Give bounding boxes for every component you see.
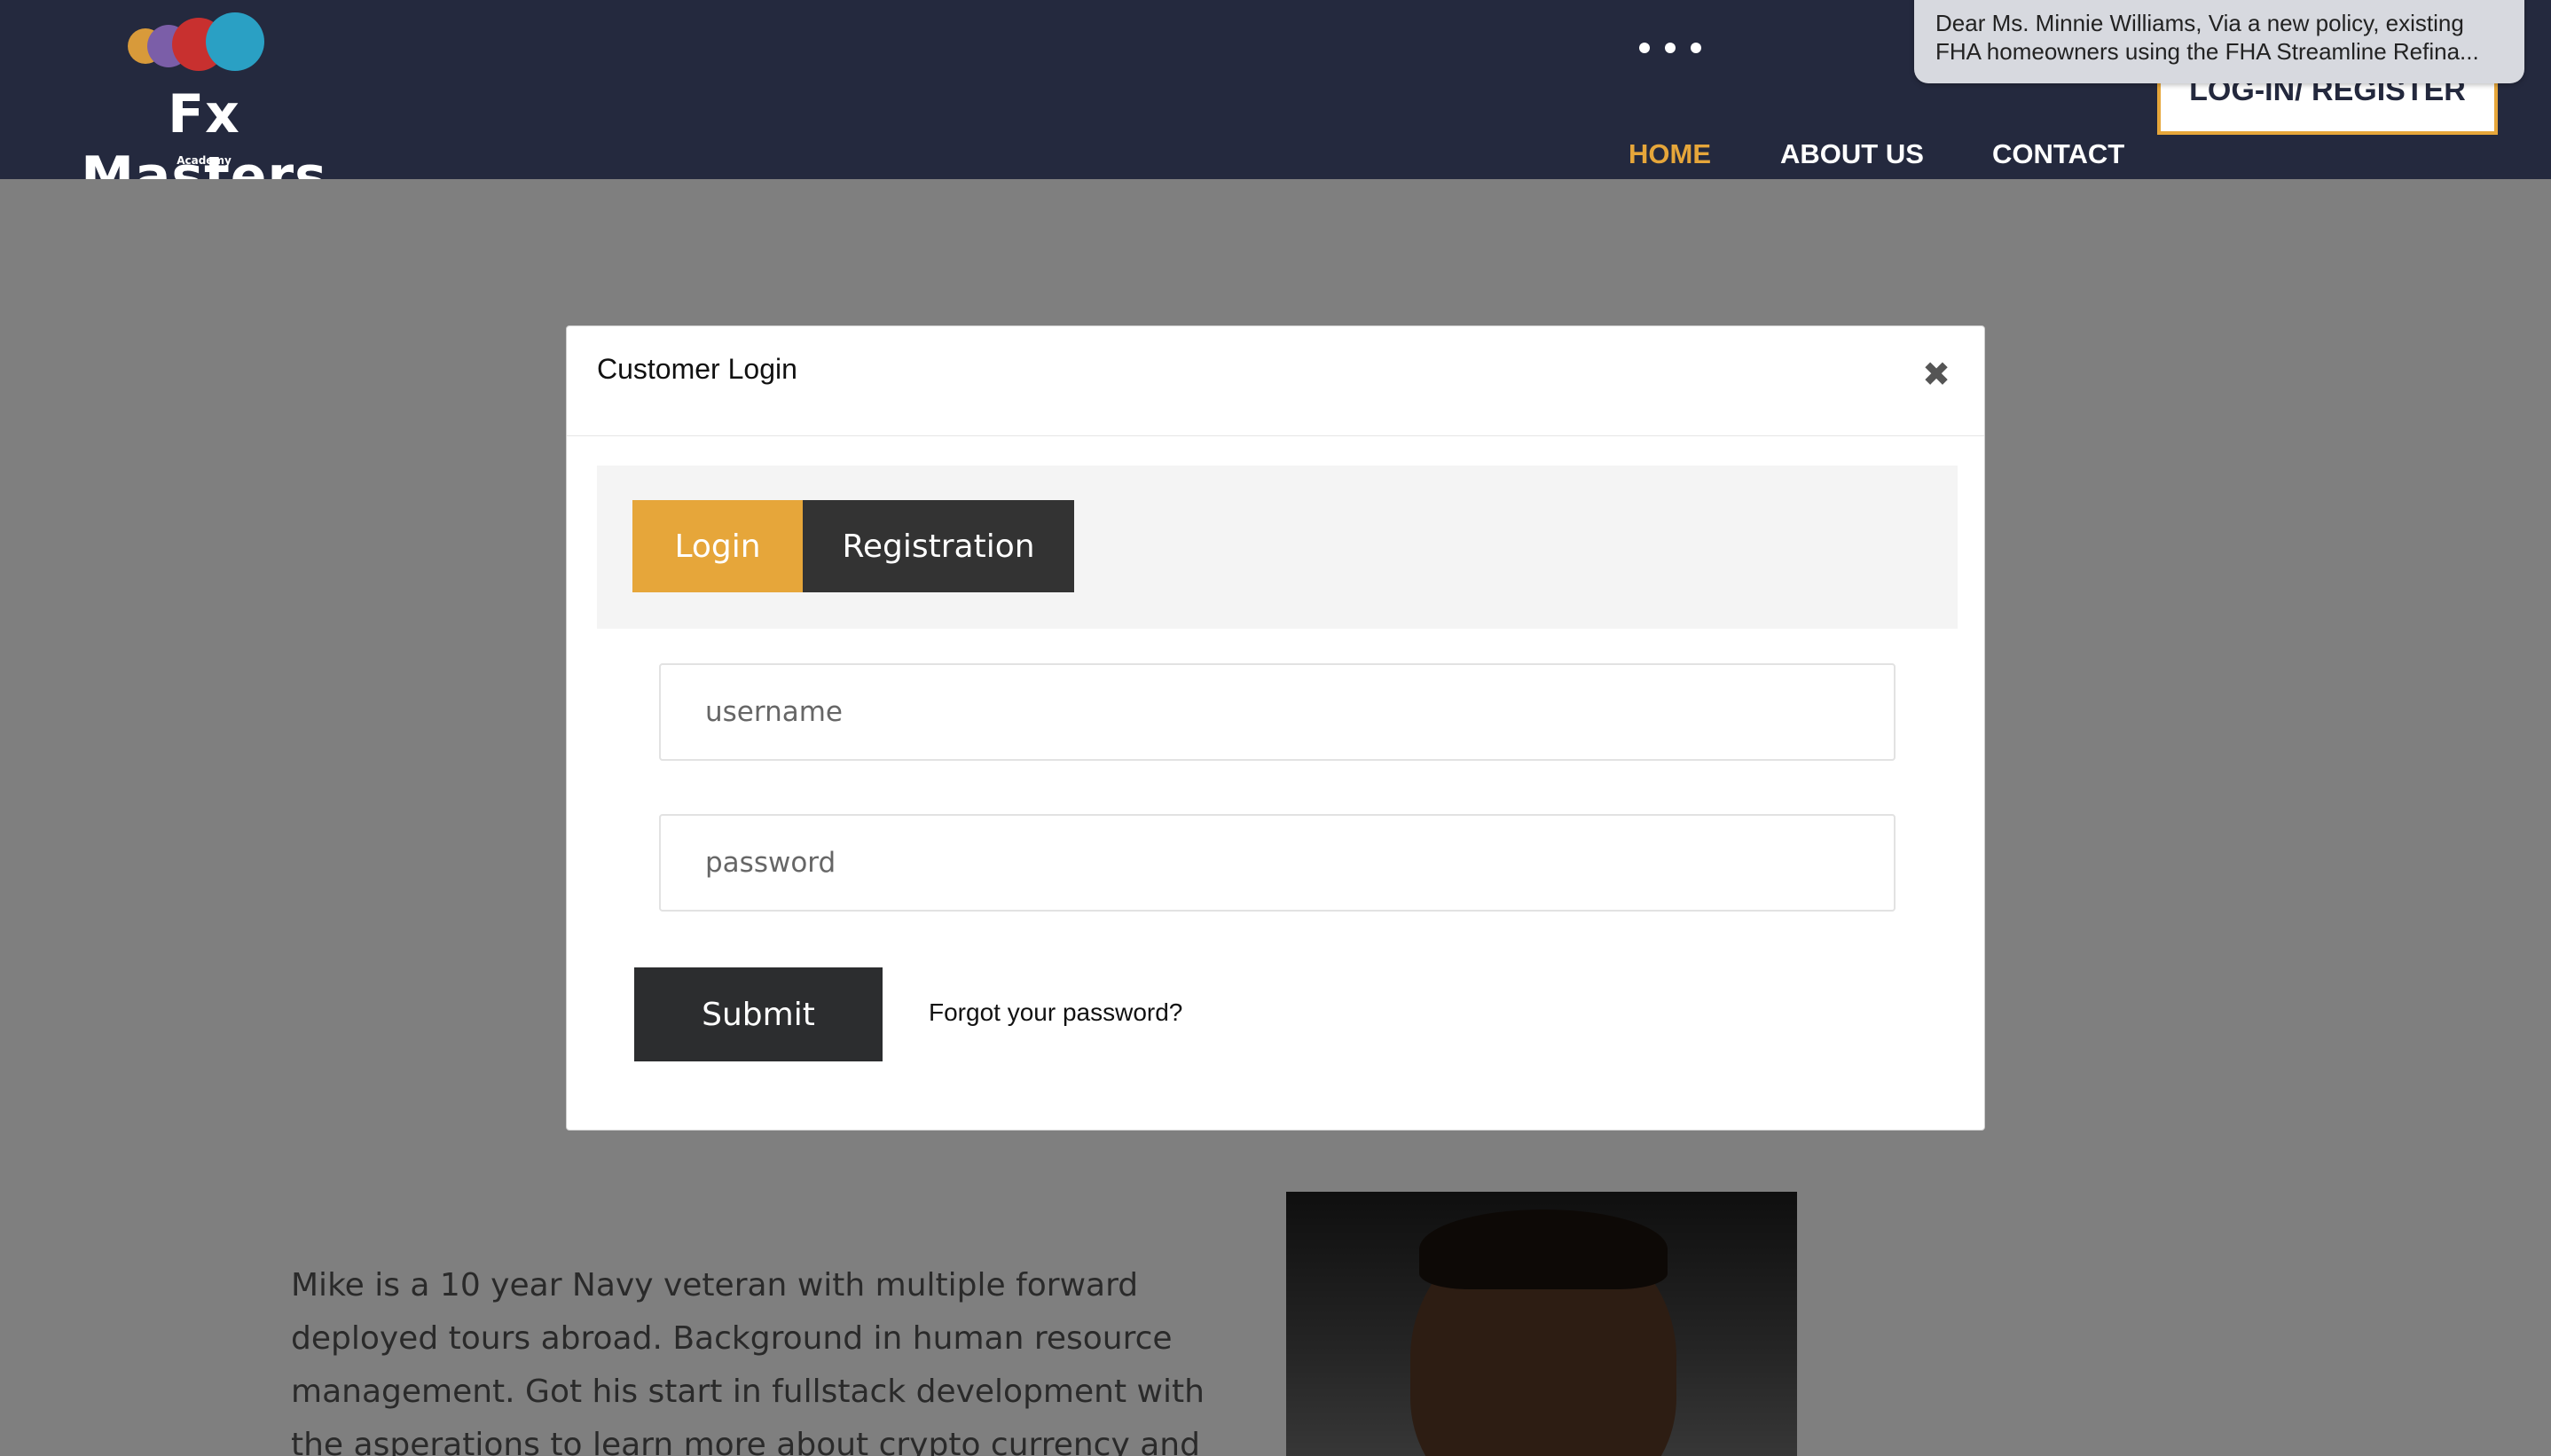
login-modal: Customer Login ✖ Login Registration Subm…	[566, 325, 1985, 1131]
more-icon[interactable]	[1639, 43, 1701, 57]
notification-line-1: Dear Ms. Minnie Williams, Via a new poli…	[1935, 10, 2464, 36]
submit-button[interactable]: Submit	[634, 967, 883, 1061]
password-input[interactable]	[659, 814, 1896, 912]
tab-login[interactable]: Login	[632, 500, 803, 592]
nav-about-us[interactable]: ABOUT US	[1780, 138, 1924, 170]
logo-dot	[206, 12, 264, 71]
username-input[interactable]	[659, 663, 1896, 761]
logo-mark	[128, 12, 270, 83]
tab-bar: Login Registration	[597, 466, 1958, 629]
modal-title: Customer Login	[597, 353, 797, 385]
close-icon[interactable]: ✖	[1919, 356, 1954, 392]
site-logo[interactable]: Fx Masters Academy	[53, 9, 355, 207]
modal-header: Customer Login ✖	[567, 326, 1984, 436]
nav-home[interactable]: HOME	[1629, 138, 1711, 170]
notification-line-2: FHA homeowners using the FHA Streamline …	[1935, 38, 2479, 65]
forgot-password-link[interactable]: Forgot your password?	[929, 998, 1182, 1027]
tab-registration[interactable]: Registration	[803, 500, 1074, 592]
logo-subtitle: Academy	[177, 154, 232, 167]
nav-contact[interactable]: CONTACT	[1992, 138, 2124, 170]
notification-banner[interactable]: Dear Ms. Minnie Williams, Via a new poli…	[1914, 0, 2524, 83]
